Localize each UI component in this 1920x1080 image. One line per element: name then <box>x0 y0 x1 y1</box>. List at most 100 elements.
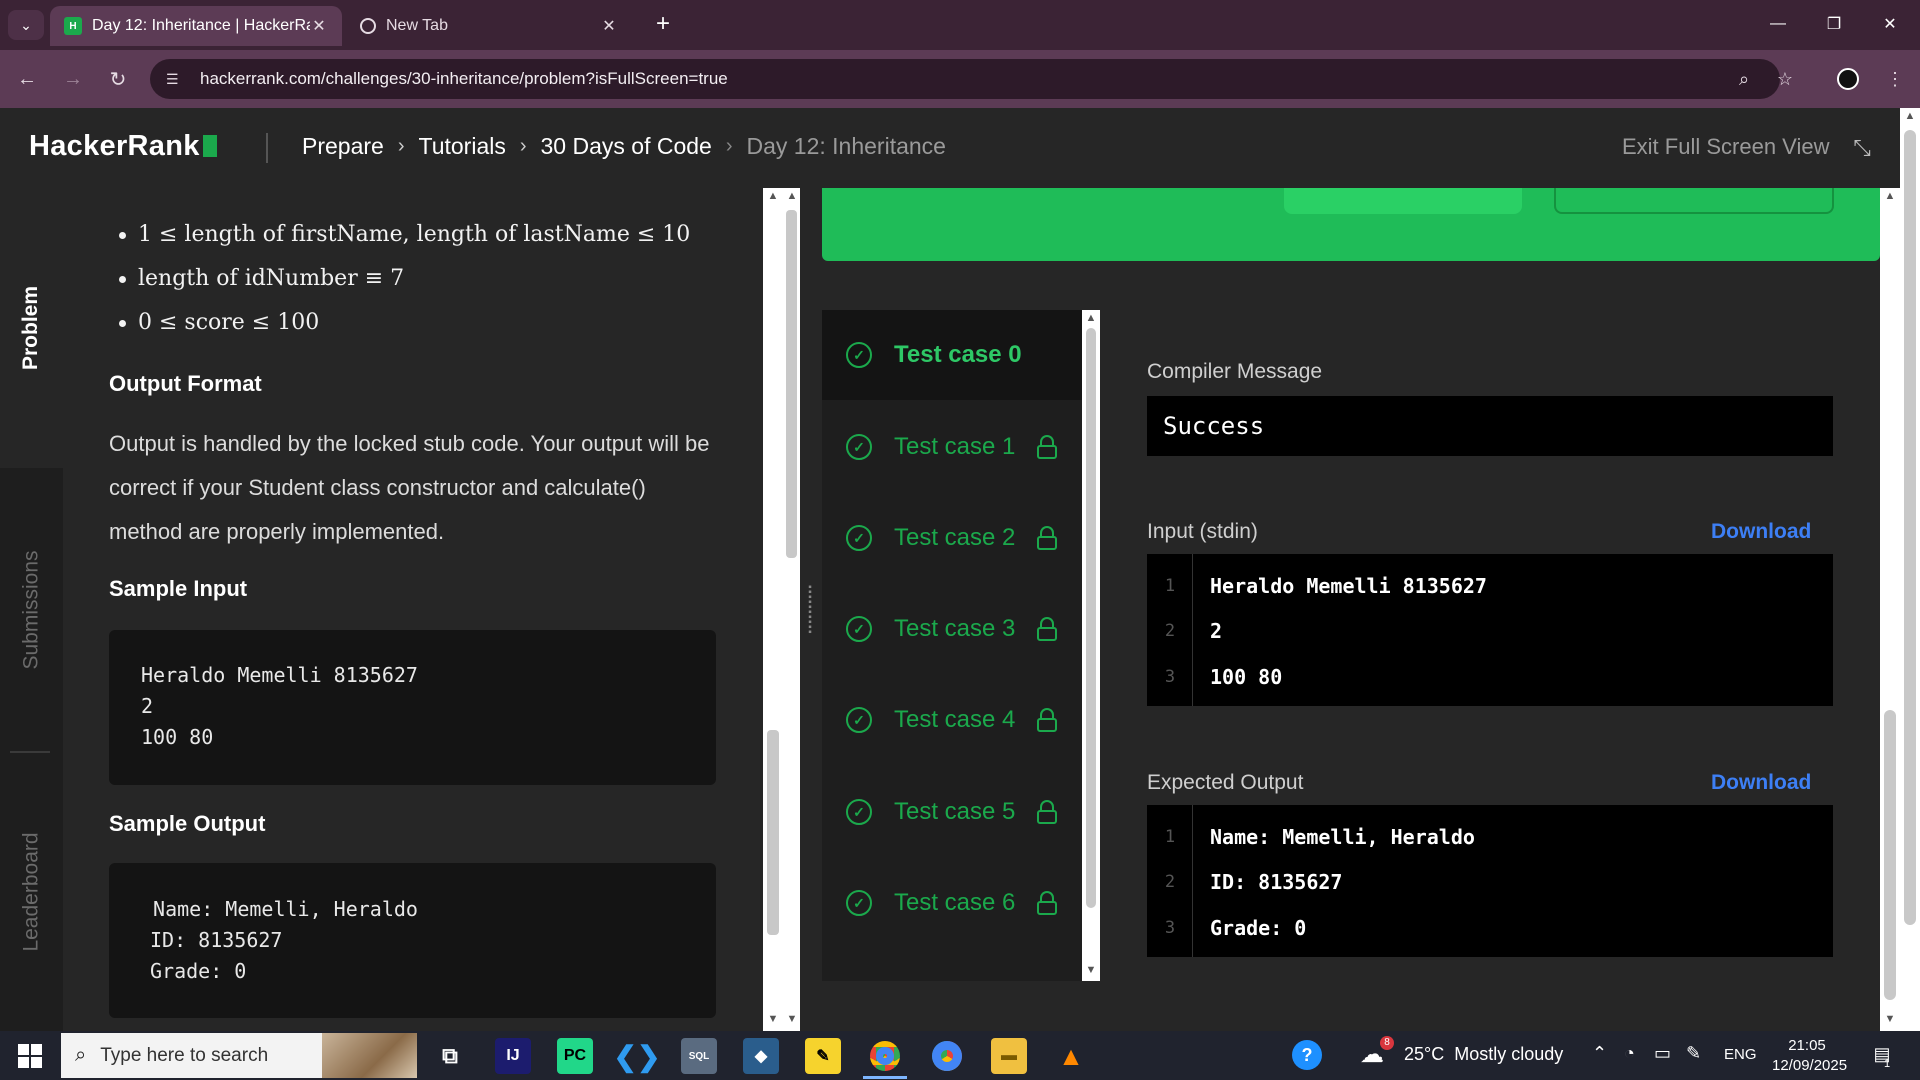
check-circle-icon: ✓ <box>846 342 872 368</box>
scroll-up-arrow-icon[interactable]: ▲ <box>765 190 781 202</box>
bookmark-star-icon[interactable]: ☆ <box>1770 64 1800 94</box>
network-icon[interactable]: ◔ <box>1624 1043 1635 1064</box>
test-case-label: Test case 3 <box>894 615 1016 642</box>
scroll-up-arrow-icon[interactable]: ▲ <box>1083 312 1099 324</box>
check-circle-icon: ✓ <box>846 434 872 460</box>
weather-badge: 8 <box>1380 1036 1394 1050</box>
file-explorer-icon[interactable]: ▬ <box>991 1038 1027 1074</box>
exit-fullscreen-link[interactable]: Exit Full Screen View <box>1622 134 1829 160</box>
breadcrumb: Prepare › Tutorials › 30 Days of Code › … <box>302 133 946 160</box>
app-icon[interactable]: ◆ <box>743 1038 779 1074</box>
scroll-down-arrow-icon[interactable]: ▼ <box>1083 964 1099 976</box>
results-scroll-thumb[interactable] <box>1884 710 1896 1000</box>
test-case-4[interactable]: ✓ Test case 4 <box>822 675 1082 765</box>
scroll-down-arrow-icon[interactable]: ▼ <box>765 1013 781 1025</box>
scroll-up-arrow-icon[interactable]: ▲ <box>784 190 800 202</box>
profile-avatar-icon[interactable] <box>1833 64 1863 94</box>
url-text: hackerrank.com/challenges/30-inheritance… <box>200 69 728 88</box>
expected-download-link[interactable]: Download <box>1711 771 1811 795</box>
tab-title: Day 12: Inheritance | HackerRank <box>92 17 310 34</box>
test-case-2[interactable]: ✓ Test case 2 <box>822 493 1082 583</box>
test-case-label: Test case 0 <box>894 341 1022 368</box>
scroll-up-arrow-icon[interactable]: ▲ <box>1882 190 1898 202</box>
restore-icon[interactable]: ❐ <box>1806 0 1862 48</box>
help-icon[interactable]: ? <box>1292 1040 1322 1070</box>
tab-submissions[interactable]: Submissions <box>0 470 63 750</box>
weather-text[interactable]: 25°C Mostly cloudy <box>1404 1044 1563 1065</box>
scroll-down-arrow-icon[interactable]: ▼ <box>784 1013 800 1025</box>
back-icon[interactable]: ← <box>10 62 44 96</box>
test-case-6[interactable]: ✓ Test case 6 <box>822 858 1082 948</box>
random-challenge-button[interactable] <box>1554 188 1834 214</box>
check-circle-icon: ✓ <box>846 799 872 825</box>
hackerrank-logo[interactable]: HackerRank <box>29 130 217 163</box>
zoom-icon[interactable]: ⌕ <box>1729 64 1759 94</box>
sample-output-heading: Sample Output <box>109 811 266 836</box>
problem-scroll-thumb[interactable] <box>767 730 779 935</box>
notification-count: 1 <box>1884 1058 1891 1070</box>
forward-icon[interactable]: → <box>56 62 90 96</box>
show-hidden-icons-icon[interactable]: ⌃ <box>1592 1043 1607 1064</box>
test-case-scroll-thumb[interactable] <box>1086 328 1096 908</box>
header-divider <box>266 133 268 163</box>
language-indicator[interactable]: ENG <box>1724 1046 1757 1063</box>
lock-icon <box>1037 526 1058 550</box>
pycharm-icon[interactable]: PC <box>557 1038 593 1074</box>
breadcrumb-tutorials[interactable]: Tutorials <box>419 133 506 160</box>
expected-output-box: 1 2 3 Name: Memelli, Heraldo ID: 8135627… <box>1147 805 1833 957</box>
windows-start-icon[interactable] <box>18 1044 42 1068</box>
sticky-notes-icon[interactable]: ✎ <box>805 1038 841 1074</box>
check-circle-icon: ✓ <box>846 525 872 551</box>
chrome-taskbar-icon[interactable] <box>867 1038 903 1074</box>
breadcrumb-30-days[interactable]: 30 Days of Code <box>541 133 712 160</box>
collapse-fullscreen-icon[interactable]: ⤡ <box>1847 133 1877 163</box>
browser-tab-active[interactable]: H Day 12: Inheritance | HackerRank ✕ <box>50 6 342 46</box>
logo-square-icon <box>202 135 217 157</box>
site-info-icon[interactable]: ☰ <box>166 71 186 88</box>
task-view-icon[interactable]: ⧉ <box>432 1038 468 1074</box>
close-tab-icon[interactable]: ✕ <box>600 16 618 36</box>
sql-tool-icon[interactable]: SQL <box>681 1038 717 1074</box>
test-case-3[interactable]: ✓ Test case 3 <box>822 584 1082 674</box>
browser-tab-new-tab[interactable]: New Tab ✕ <box>346 6 632 46</box>
scroll-up-arrow-icon[interactable]: ▲ <box>1902 110 1918 122</box>
scroll-down-arrow-icon[interactable]: ▼ <box>1882 1013 1898 1025</box>
sample-input-heading: Sample Input <box>109 576 248 601</box>
search-placeholder: Type here to search <box>100 1044 269 1066</box>
breadcrumb-prepare[interactable]: Prepare <box>302 133 384 160</box>
minimize-icon[interactable]: — <box>1750 0 1806 48</box>
taskbar-clock[interactable]: 21:05 12/09/2025 <box>1772 1036 1847 1076</box>
problem-inner-scroll-thumb[interactable] <box>786 210 797 558</box>
constraint-item: 0 ≤ score ≤ 100 <box>111 310 319 335</box>
check-circle-icon: ✓ <box>846 616 872 642</box>
battery-icon[interactable]: ▭ <box>1654 1043 1671 1064</box>
drag-handle-icon[interactable]: ▪ ▪ ▪ ▪ ▪ ▪ ▪ ▪ ▪ ▪ <box>806 583 814 638</box>
vscode-icon[interactable]: ❮❯ <box>614 1038 661 1074</box>
tab-problem[interactable]: Problem <box>0 188 63 468</box>
tab-leaderboard[interactable]: Leaderboard <box>0 752 63 1032</box>
close-tab-icon[interactable]: ✕ <box>310 16 328 36</box>
test-case-1[interactable]: ✓ Test case 1 <box>822 402 1082 492</box>
notification-center-icon[interactable]: ▤ <box>1868 1040 1896 1068</box>
check-circle-icon: ✓ <box>846 890 872 916</box>
chevron-right-icon: › <box>397 135 405 157</box>
tab-search-dropdown-icon[interactable]: ⌄ <box>8 10 44 40</box>
vlc-icon[interactable]: ▲ <box>1053 1038 1089 1074</box>
go-to-dashboard-button[interactable] <box>1284 188 1522 214</box>
chevron-right-icon: › <box>725 135 733 157</box>
compiler-message-label: Compiler Message <box>1147 360 1323 383</box>
lock-icon <box>1037 891 1058 915</box>
pen-icon[interactable]: ✎ <box>1686 1043 1701 1064</box>
intellij-icon[interactable]: IJ <box>495 1038 531 1074</box>
reload-icon[interactable]: ↻ <box>101 62 135 96</box>
new-tab-button[interactable]: + <box>648 8 678 40</box>
close-window-icon[interactable]: ✕ <box>1862 0 1918 48</box>
test-case-5[interactable]: ✓ Test case 5 <box>822 767 1082 857</box>
test-case-0[interactable]: ✓ Test case 0 <box>822 310 1082 400</box>
lock-icon <box>1037 617 1058 641</box>
browser-menu-icon[interactable]: ⋮ <box>1880 64 1910 94</box>
address-bar[interactable]: ☰ hackerrank.com/challenges/30-inheritan… <box>150 59 1780 99</box>
chrome-taskbar-icon-2[interactable] <box>929 1038 965 1074</box>
input-download-link[interactable]: Download <box>1711 520 1811 544</box>
page-scroll-thumb[interactable] <box>1904 130 1916 925</box>
